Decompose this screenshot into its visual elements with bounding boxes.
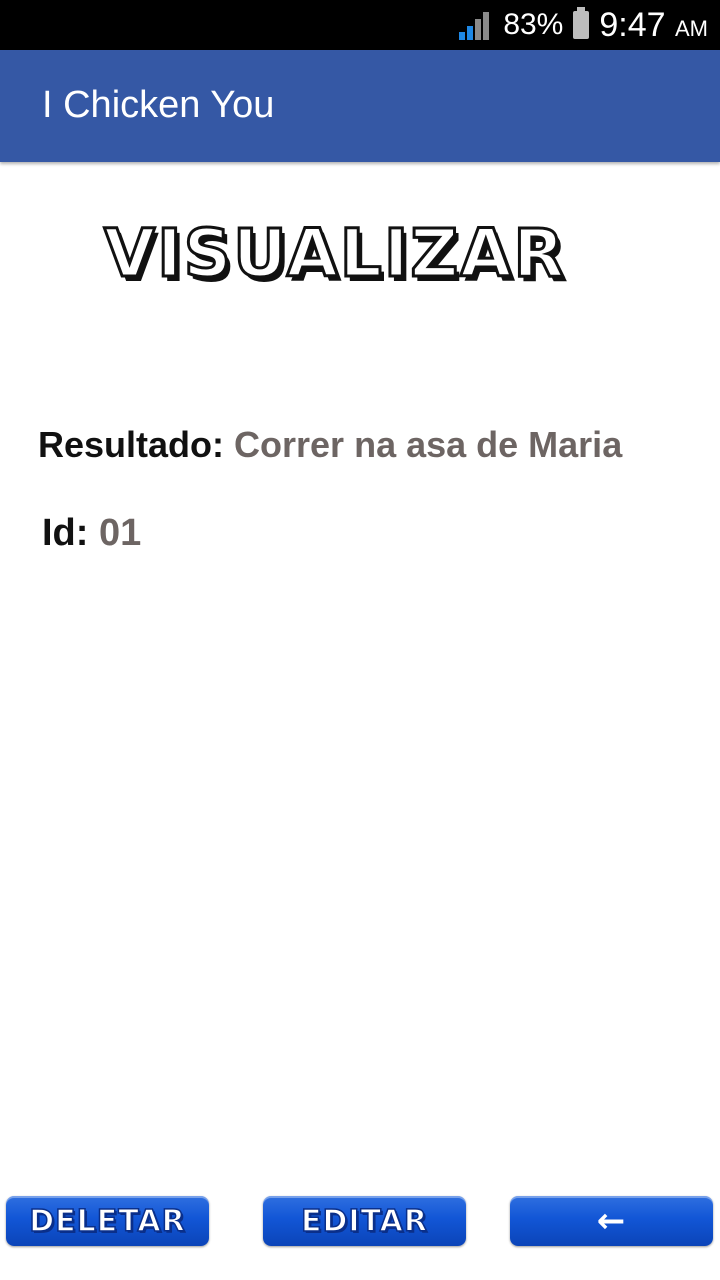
edit-button[interactable]: EDITAR bbox=[263, 1196, 466, 1246]
app-title: I Chicken You bbox=[42, 84, 275, 126]
result-row: Resultado: Correr na asa de Maria bbox=[38, 424, 622, 466]
signal-icon bbox=[459, 10, 493, 40]
clock: 9:47 AM bbox=[599, 6, 708, 45]
id-label: Id: bbox=[42, 512, 89, 554]
screen-title: VISUALIZAR bbox=[103, 214, 567, 294]
status-bar: 83% 9:47 AM bbox=[0, 0, 720, 50]
result-value: Correr na asa de Maria bbox=[234, 424, 623, 465]
clock-am-pm: AM bbox=[675, 15, 708, 41]
id-value: 01 bbox=[99, 512, 142, 554]
result-label: Resultado: bbox=[38, 424, 225, 465]
clock-time: 9:47 bbox=[599, 5, 666, 44]
status-icons: 83% 9:47 AM bbox=[459, 0, 708, 50]
delete-button[interactable]: DELETAR bbox=[6, 1196, 209, 1246]
battery-icon bbox=[573, 7, 590, 39]
battery-percent: 83% bbox=[503, 8, 564, 41]
back-button[interactable]: ← bbox=[510, 1196, 713, 1246]
id-row: Id: 01 bbox=[42, 512, 141, 555]
app-bar: I Chicken You bbox=[0, 50, 720, 162]
